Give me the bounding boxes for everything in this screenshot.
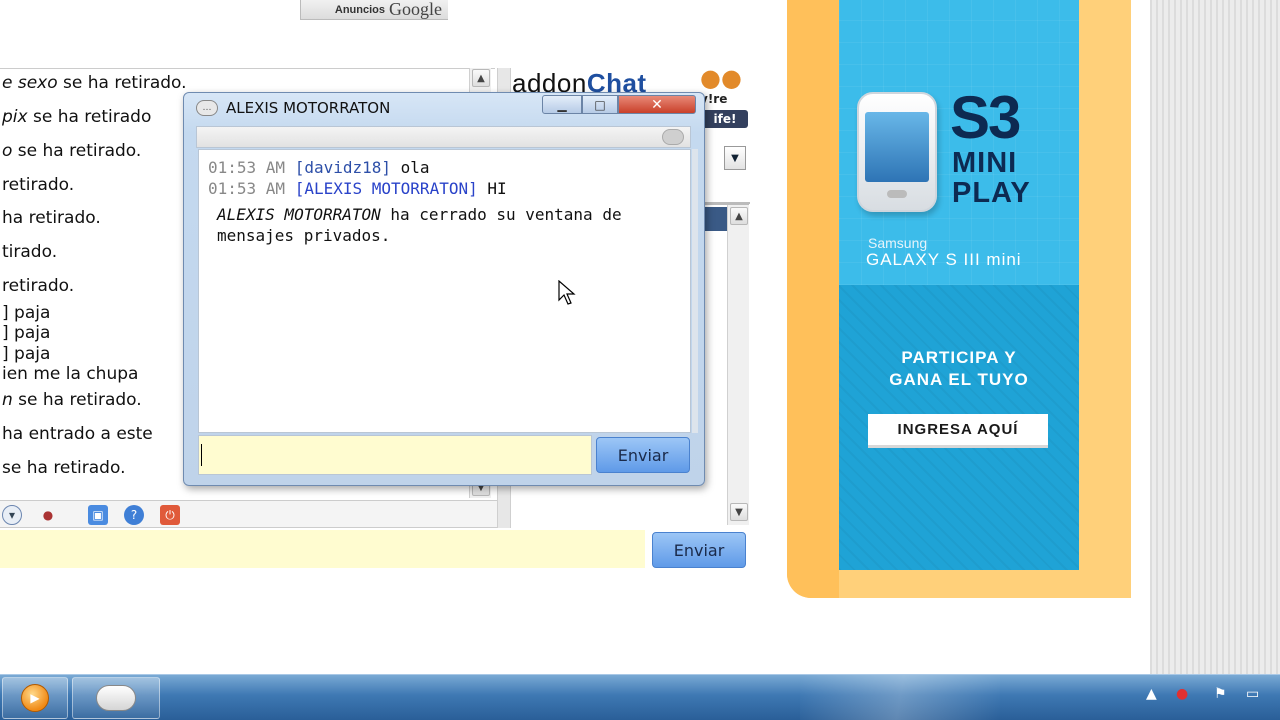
- tray-network-icon[interactable]: ●: [1176, 686, 1188, 702]
- google-ads-tab[interactable]: Anuncios Google: [300, 0, 448, 20]
- users-scroll-up-icon[interactable]: ▲: [730, 207, 748, 225]
- ad-s3-title: S3: [950, 84, 1021, 151]
- chat-line: pix se ha retirado: [2, 107, 152, 127]
- ad-participa: PARTICIPA Y GANA EL TUYO: [839, 347, 1079, 391]
- tray-expand-icon[interactable]: ▲: [1146, 686, 1157, 702]
- users-list-scrollbar[interactable]: ▲ ▼: [727, 205, 749, 525]
- help-icon[interactable]: ?: [124, 505, 144, 525]
- main-message-input[interactable]: [0, 530, 645, 568]
- ad-samsung: Samsung: [868, 235, 928, 251]
- pm-message: 01:53 AM [davidz18] ola: [208, 158, 430, 177]
- emoticon-icon[interactable]: ▾: [2, 505, 22, 525]
- ad-mini-play: MINI PLAY: [952, 147, 1031, 209]
- minimize-button[interactable]: ▁: [542, 95, 582, 114]
- taskbar-chat-app[interactable]: [72, 677, 160, 719]
- media-player-icon: ▶: [21, 684, 49, 712]
- tray-display-icon[interactable]: ▭: [1246, 686, 1259, 702]
- chat-line: ha retirado.: [2, 208, 101, 228]
- users-icon: ●●: [700, 64, 742, 92]
- pm-closed-notice: ALEXIS MOTORRATON ha cerrado su ventana …: [217, 205, 622, 245]
- private-message-window[interactable]: … ALEXIS MOTORRATON ▁ □ ✕ 01:53 AM [davi…: [183, 92, 705, 486]
- taskbar: ▶: [0, 674, 1280, 720]
- mouse-cursor-icon: [558, 280, 576, 305]
- chat-line: ] paja: [2, 344, 51, 364]
- chat-line: e sexo se ha retirado.: [2, 73, 187, 93]
- main-send-button[interactable]: Enviar: [652, 532, 746, 568]
- pm-window-title: ALEXIS MOTORRATON: [226, 99, 391, 117]
- close-button[interactable]: ✕: [618, 95, 696, 114]
- ads-label: Anuncios: [334, 3, 385, 16]
- chat-bubble-icon[interactable]: [662, 129, 684, 145]
- chat-line: ha entrado a este: [2, 424, 153, 444]
- chat-line: tirado.: [2, 242, 58, 262]
- tray-flag-icon[interactable]: ⚑: [1214, 686, 1227, 702]
- pm-scrollbar[interactable]: [692, 149, 698, 433]
- badge-bottom: ife!: [702, 110, 748, 128]
- ad-participa-line1: PARTICIPA Y: [901, 348, 1017, 367]
- power-icon[interactable]: ⏻: [160, 505, 180, 525]
- chat-line: ] paja: [2, 303, 51, 323]
- pm-toolbar: [196, 126, 691, 148]
- chat-line: ] paja: [2, 323, 51, 343]
- windows-icon[interactable]: ▣: [88, 505, 108, 525]
- selected-user-row[interactable]: [705, 207, 727, 231]
- phone-image: [857, 92, 937, 212]
- chat-line: ien me la chupa: [2, 364, 139, 384]
- taskbar-media-player[interactable]: ▶: [2, 677, 68, 719]
- chat-line: se ha retirado.: [2, 458, 126, 478]
- chat-line: o se ha retirado.: [2, 141, 142, 161]
- ad-ingresa-button[interactable]: INGRESA AQUÍ: [868, 414, 1048, 448]
- chat-line: retirado.: [2, 276, 75, 296]
- chat-toolbar: ▾ ● ▣ ? ⏻: [0, 500, 497, 528]
- chat-bubble-icon: …: [196, 100, 218, 116]
- users-scroll-down-icon[interactable]: ▼: [730, 503, 748, 521]
- pm-message-input[interactable]: [198, 435, 592, 475]
- scroll-up-arrow-icon[interactable]: ▲: [472, 69, 490, 87]
- ads-brand: Google: [389, 0, 442, 19]
- maximize-button[interactable]: □: [582, 95, 618, 114]
- ad-participa-line2: GANA EL TUYO: [889, 370, 1029, 389]
- text-caret: [201, 444, 202, 466]
- room-select-dropdown[interactable]: ▼: [724, 146, 746, 170]
- page-background-stripes: [1150, 0, 1280, 674]
- pm-message-log: 01:53 AM [davidz18] ola 01:53 AM [ALEXIS…: [198, 149, 691, 433]
- pm-send-button[interactable]: Enviar: [596, 437, 690, 473]
- ads-bar: Anuncios Google: [0, 0, 448, 20]
- alert-icon[interactable]: ●: [38, 505, 58, 525]
- ad-galaxy: GALAXY S III mini: [866, 250, 1022, 269]
- pm-message: 01:53 AM [ALEXIS MOTORRATON] HI: [208, 179, 507, 198]
- chat-line: retirado.: [2, 175, 75, 195]
- chat-line: n se ha retirado.: [2, 390, 142, 410]
- chat-app-icon: [96, 685, 136, 711]
